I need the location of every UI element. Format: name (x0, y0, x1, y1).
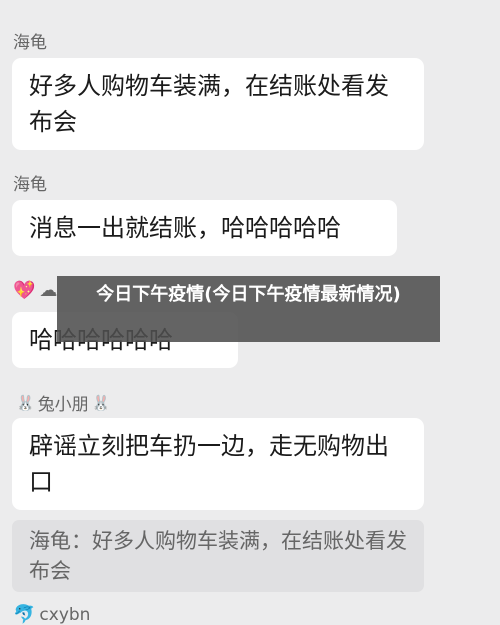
sender-row: 🐰 兔小朋 🐰 (13, 390, 113, 416)
sender-row: 💖 ☁ (13, 280, 61, 301)
message-bubble[interactable]: 辟谣立刻把车扔一边，走无购物出口 (12, 418, 424, 510)
article-title-overlay: 今日下午疫情(今日下午疫情最新情况) (57, 276, 440, 342)
message-bubble[interactable]: 消息一出就结账，哈哈哈哈哈 (12, 200, 397, 256)
sender-name: 海龟 (13, 33, 47, 53)
sender-row: 🐬 cxybn (13, 604, 90, 625)
dolphin-icon: 🐬 (13, 604, 36, 625)
message-bubble[interactable]: 好多人购物车装满，在结账处看发布会 (12, 58, 424, 150)
heart-icon: 💖 (13, 280, 36, 301)
sender-name: 兔小朋 (37, 395, 89, 415)
sender-name: cxybn (39, 604, 91, 625)
sender-name: 海龟 (13, 175, 47, 195)
quoted-message[interactable]: 海龟：好多人购物车装满，在结账处看发布会 (12, 520, 424, 592)
cloud-icon: ☁ (39, 280, 58, 301)
bunny-icon: 🐰 (91, 393, 111, 412)
bunny-icon: 🐰 (16, 393, 35, 412)
